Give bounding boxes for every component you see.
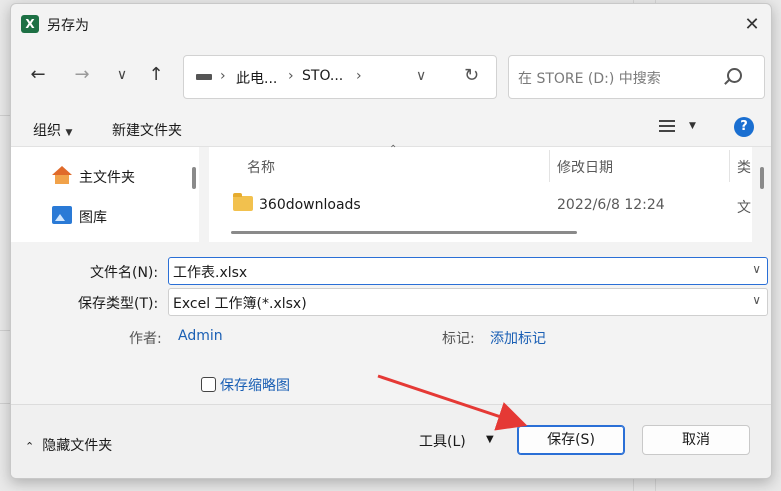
search-input[interactable]: 在 STORE (D:) 中搜索 <box>518 68 661 88</box>
cancel-button[interactable]: 取消 <box>642 425 750 455</box>
forward-button[interactable]: → <box>69 62 95 88</box>
organize-menu[interactable]: 组织 ▼ <box>33 120 72 140</box>
caret-down-icon[interactable]: ▼ <box>689 121 696 131</box>
folder-icon <box>233 193 253 211</box>
author-label: 作者: <box>129 331 162 347</box>
filename-field[interactable]: 工作表.xlsx ∨ <box>168 257 768 285</box>
arrow-right-icon: → <box>74 64 90 85</box>
filetype-label: 保存类型(T): <box>78 296 159 312</box>
column-header-date[interactable]: 修改日期 <box>557 157 613 177</box>
column-separator[interactable] <box>549 150 550 182</box>
tools-menu[interactable]: 工具(L) <box>419 431 466 451</box>
hide-folders-label: 隐藏文件夹 <box>42 438 113 454</box>
search-box[interactable]: 在 STORE (D:) 中搜索 <box>508 55 765 99</box>
chevron-down-icon[interactable]: ∨ <box>752 262 761 276</box>
address-bar[interactable]: › 此电... › STO... › ∨ ↻ <box>183 55 497 99</box>
breadcrumb-store[interactable]: STO... <box>302 68 343 84</box>
author-field[interactable]: Admin <box>178 328 223 344</box>
organize-label: 组织 <box>33 123 61 139</box>
chevron-down-icon[interactable]: ∨ <box>752 293 761 307</box>
horizontal-scrollbar[interactable] <box>231 231 577 234</box>
filetype-value[interactable]: Excel 工作簿(*.xlsx) <box>173 293 307 313</box>
navigation-pane <box>11 147 199 242</box>
column-header-name[interactable]: 名称 <box>247 157 275 177</box>
excel-app-icon: X <box>21 15 39 33</box>
refresh-icon[interactable]: ↻ <box>464 65 479 86</box>
column-header-type[interactable]: 类 <box>737 157 751 177</box>
filetype-select[interactable]: Excel 工作簿(*.xlsx) ∨ <box>168 288 768 316</box>
new-folder-button[interactable]: 新建文件夹 <box>112 120 182 140</box>
hide-folders-toggle[interactable]: ⌃ 隐藏文件夹 <box>25 435 112 455</box>
nav-pane-scrollbar[interactable] <box>192 167 196 189</box>
search-icon <box>727 68 742 83</box>
caret-down-icon: ▼ <box>65 128 73 138</box>
caret-down-icon[interactable]: ▼ <box>486 434 494 445</box>
close-icon: ✕ <box>744 14 760 35</box>
filename-label: 文件名(N): <box>90 265 159 281</box>
back-button[interactable]: ← <box>25 62 51 88</box>
vertical-scrollbar[interactable] <box>760 167 764 189</box>
address-dropdown-icon[interactable]: ∨ <box>416 68 426 84</box>
save-thumbnail-checkbox[interactable] <box>201 377 216 392</box>
save-button[interactable]: 保存(S) <box>517 425 625 455</box>
view-options-icon[interactable] <box>659 120 675 135</box>
nav-item-gallery[interactable]: 图库 <box>79 207 107 227</box>
tags-field[interactable]: 添加标记 <box>490 328 546 348</box>
close-button[interactable]: ✕ <box>739 12 765 38</box>
up-button[interactable]: ↑ <box>143 62 169 88</box>
help-icon[interactable]: ? <box>734 117 754 137</box>
file-list <box>209 147 752 242</box>
save-as-dialog: X 另存为 ✕ ← → ∨ ↑ › 此电... › STO... › ∨ ↻ 在… <box>10 3 772 479</box>
chevron-right-icon: › <box>220 68 226 84</box>
breadcrumb-this-pc[interactable]: 此电... <box>236 68 277 88</box>
file-name-cell[interactable]: 360downloads <box>259 197 361 213</box>
save-thumbnail-label[interactable]: 保存缩略图 <box>220 375 290 395</box>
chevron-down-icon: ∨ <box>116 67 128 83</box>
filename-value[interactable]: 工作表.xlsx <box>173 262 247 282</box>
chevron-right-icon: › <box>288 68 294 84</box>
home-icon <box>52 166 72 184</box>
chevron-up-icon: ⌃ <box>25 440 35 453</box>
file-date-cell: 2022/6/8 12:24 <box>557 197 665 213</box>
arrow-left-icon: ← <box>30 64 46 85</box>
file-type-cell: 文 <box>737 200 751 216</box>
nav-item-home[interactable]: 主文件夹 <box>79 167 135 187</box>
tags-label: 标记: <box>442 331 475 347</box>
sort-caret-icon: ⌃ <box>389 144 398 155</box>
chevron-right-icon[interactable]: › <box>356 68 362 84</box>
recent-locations-button[interactable]: ∨ <box>109 62 135 88</box>
gallery-icon <box>52 206 72 224</box>
arrow-up-icon: ↑ <box>148 64 164 85</box>
dialog-title: 另存为 <box>47 18 89 34</box>
column-separator[interactable] <box>729 150 730 182</box>
drive-icon <box>196 74 212 80</box>
